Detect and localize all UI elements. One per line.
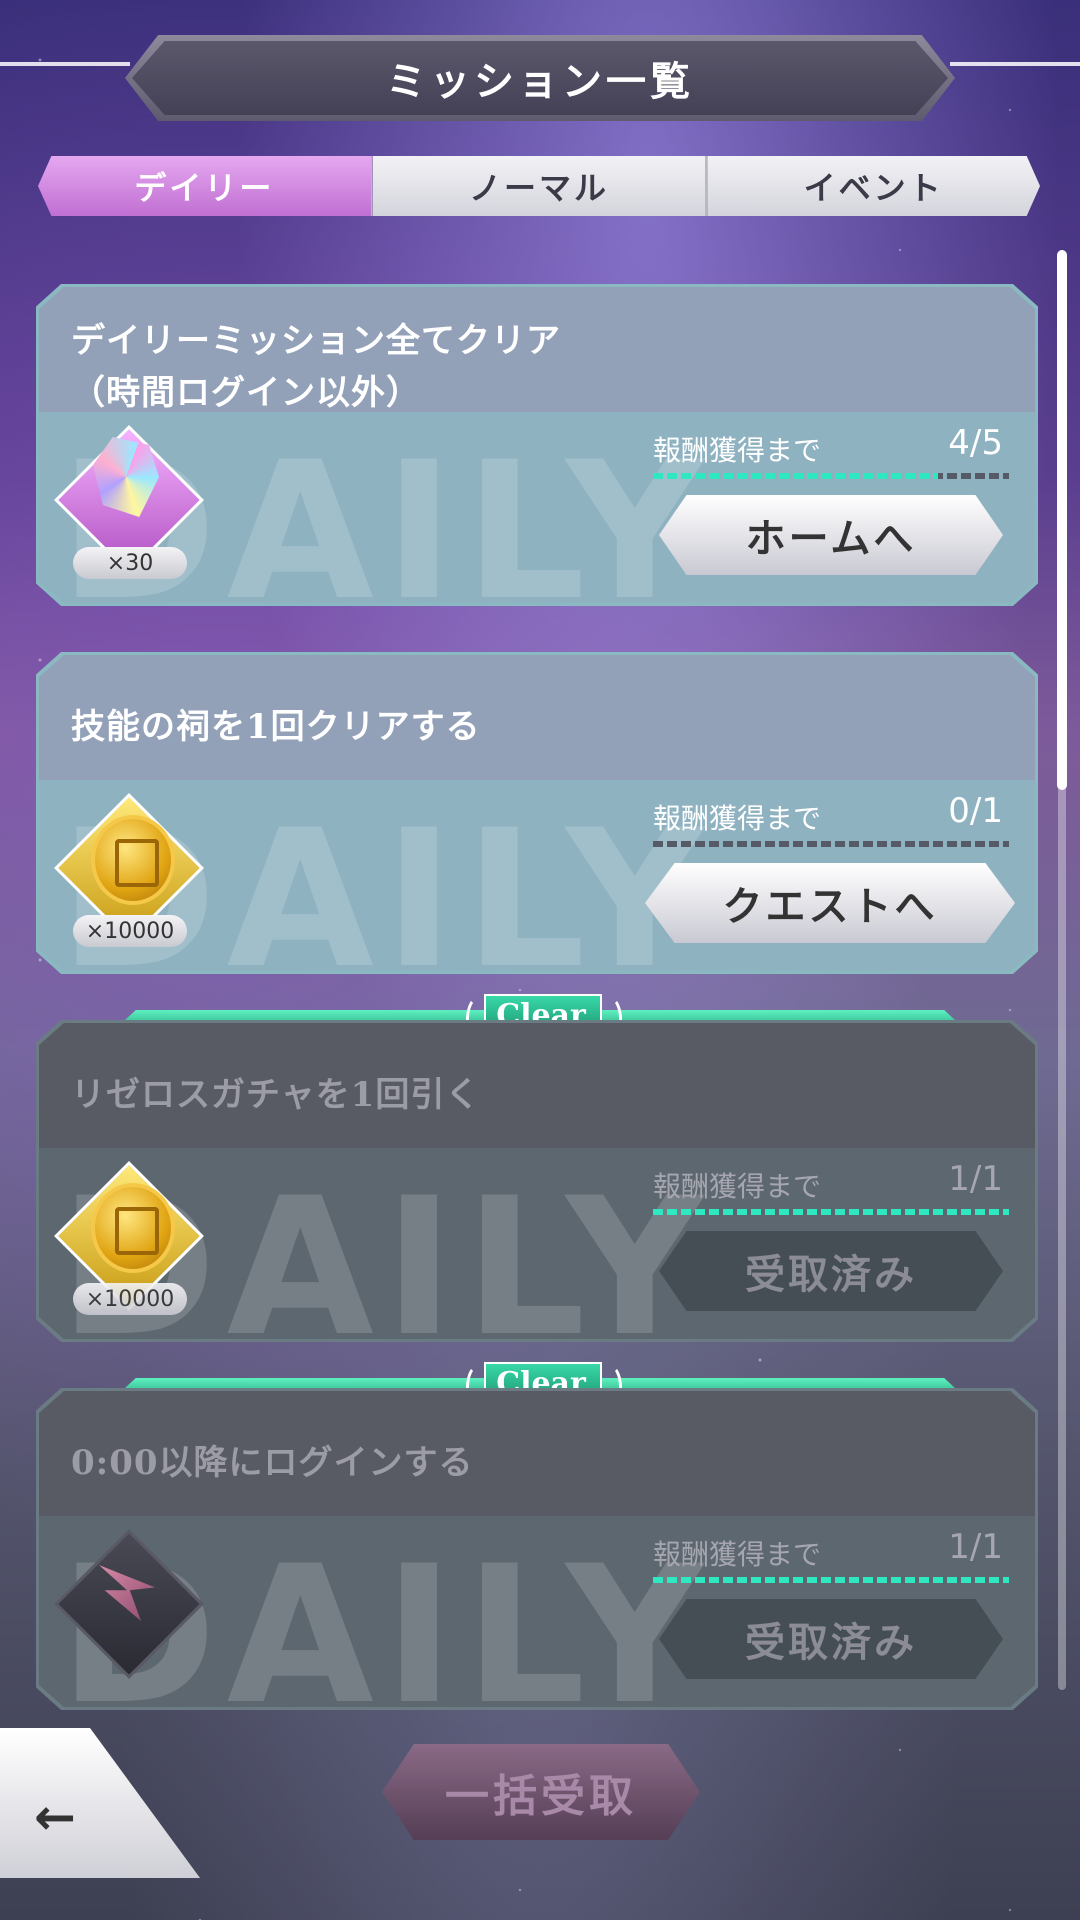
go-quest-button[interactable]: クエストへ (645, 863, 1015, 943)
progress-bar (653, 1209, 1009, 1215)
mission-card: DAILY デイリーミッション全てクリア （時間ログイン以外） ×30 報酬獲得… (36, 284, 1038, 606)
mission-title: デイリーミッション全てクリア （時間ログイン以外） (71, 315, 791, 419)
progress-fill (653, 1209, 1009, 1215)
card-body: DAILY リゼロスガチャを1回引く ×10000 報酬獲得まで 1/1 受取済… (39, 1023, 1035, 1339)
header-right-line (950, 62, 1080, 66)
progress-label: 報酬獲得まで (653, 1538, 822, 1571)
header: ミッション一覧 (0, 30, 1080, 130)
reward-item[interactable] (54, 1529, 204, 1679)
received-button: 受取済み (659, 1231, 1003, 1311)
back-button[interactable] (0, 1728, 200, 1878)
mission-title-line: 技能の祠を1回クリアする (71, 707, 481, 747)
mission-title: リゼロスガチャを1回引く (71, 1069, 791, 1121)
progress-fill (653, 1577, 1009, 1583)
progress-bar (653, 1577, 1009, 1583)
card-body: DAILY デイリーミッション全てクリア （時間ログイン以外） ×30 報酬獲得… (39, 287, 1035, 603)
mission-card: DAILY リゼロスガチャを1回引く ×10000 報酬獲得まで 1/1 受取済… (36, 1020, 1038, 1342)
progress-fill (653, 473, 938, 479)
mission-card: DAILY 技能の祠を1回クリアする ×10000 報酬獲得まで 0/1 クエス… (36, 652, 1038, 974)
tab-bar: デイリー ノーマル イベント (38, 156, 1041, 216)
reward-quantity: ×30 (73, 547, 187, 579)
page-title: ミッション一覧 (132, 41, 948, 115)
mission-title-line: デイリーミッション全てクリア (71, 321, 561, 361)
progress-value: 0/1 (948, 791, 1003, 831)
coin-icon (91, 1183, 175, 1273)
mission-title-line: 0:00以降にログインする (71, 1443, 474, 1483)
scrollbar-thumb[interactable] (1057, 250, 1067, 790)
progress-bar (653, 841, 1009, 847)
go-home-button[interactable]: ホームへ (659, 495, 1003, 575)
received-button: 受取済み (659, 1599, 1003, 1679)
mission-title: 技能の祠を1回クリアする (71, 701, 791, 753)
reward-item[interactable]: ×10000 (54, 1161, 204, 1315)
progress-label: 報酬獲得まで (653, 1170, 822, 1203)
progress-label: 報酬獲得まで (653, 802, 822, 835)
bulk-receive-button[interactable]: 一括受取 (382, 1744, 700, 1840)
progress-value: 4/5 (948, 423, 1003, 463)
card-body: DAILY 技能の祠を1回クリアする ×10000 報酬獲得まで 0/1 クエス… (39, 655, 1035, 971)
reward-item[interactable]: ×30 (54, 425, 204, 579)
tab-daily[interactable]: デイリー (38, 156, 373, 216)
mission-card: DAILY 0:00以降にログインする 報酬獲得まで 1/1 受取済み (36, 1388, 1038, 1710)
reward-item[interactable]: ×10000 (54, 793, 204, 947)
card-body: DAILY 0:00以降にログインする 報酬獲得まで 1/1 受取済み (39, 1391, 1035, 1707)
reward-quantity: ×10000 (73, 915, 187, 947)
progress-bar (653, 473, 1009, 479)
back-arrow-icon[interactable]: ← (34, 1788, 76, 1846)
tab-normal[interactable]: ノーマル (372, 156, 708, 216)
progress-label: 報酬獲得まで (653, 434, 822, 467)
progress-value: 1/1 (948, 1527, 1003, 1567)
header-left-line (0, 62, 130, 66)
reward-quantity: ×10000 (73, 1283, 187, 1315)
coin-icon (91, 815, 175, 905)
mission-title-line: リゼロスガチャを1回引く (71, 1075, 481, 1115)
mission-title-line: （時間ログイン以外） (71, 373, 421, 413)
mission-title: 0:00以降にログインする (71, 1437, 791, 1489)
tab-event[interactable]: イベント (707, 156, 1041, 216)
progress-value: 1/1 (948, 1159, 1003, 1199)
